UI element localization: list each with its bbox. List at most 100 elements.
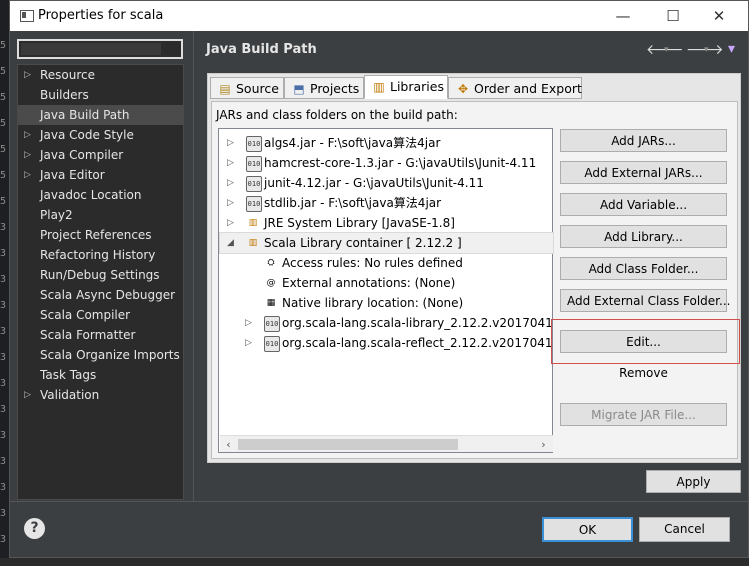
library-entry[interactable]: ▷ 010 junit-4.12.jar - G:\javaUtils\Junit-… — [220, 173, 553, 193]
sidebar-item-label: Run/Debug Settings — [40, 268, 160, 282]
sidebar-item[interactable]: Javadoc Location — [18, 185, 183, 205]
library-entry-label: org.scala-lang.scala-library_2.12.2.v201… — [282, 316, 553, 330]
tab-libraries[interactable]: ▥ Libraries — [364, 75, 448, 99]
sidebar-item-label: Scala Formatter — [40, 328, 136, 342]
tab-projects[interactable]: ⬒ Projects — [284, 77, 364, 99]
filter-input[interactable] — [17, 39, 183, 59]
sidebar-item[interactable]: Task Tags — [18, 365, 183, 385]
sidebar-item-label: Play2 — [40, 208, 73, 222]
scroll-left-icon[interactable]: ‹ — [220, 436, 237, 453]
sidebar-item[interactable]: Scala Formatter — [18, 325, 183, 345]
expand-arrow-icon[interactable]: ▷ — [24, 65, 31, 85]
sidebar-item[interactable]: Scala Organize Imports — [18, 345, 183, 365]
expand-arrow-icon[interactable]: ▷ — [227, 153, 234, 173]
sidebar-item[interactable]: ▷ Resource — [18, 65, 183, 85]
sidebar-item-label: Validation — [40, 388, 100, 402]
library-entry[interactable]: ▷ 010 org.scala-lang.scala-reflect_2.12.2.… — [220, 333, 553, 353]
sidebar-item[interactable]: Run/Debug Settings — [18, 265, 183, 285]
library-entry[interactable]: ▦ Native library location: (None) — [220, 293, 553, 313]
library-entry-label: Access rules: No rules defined — [282, 256, 463, 270]
sidebar-item[interactable]: ▷ Java Editor — [18, 165, 183, 185]
add-class-folder-button[interactable]: Add Class Folder... — [560, 257, 727, 280]
tab-label: Projects — [310, 81, 360, 96]
sidebar-item[interactable]: Project References — [18, 225, 183, 245]
remove-button[interactable]: Remove — [560, 362, 727, 385]
expand-arrow-icon[interactable]: ▷ — [24, 385, 31, 405]
sidebar-item[interactable]: Scala Compiler — [18, 305, 183, 325]
projects-icon: ⬒ — [293, 82, 305, 96]
expand-arrow-icon[interactable]: ▷ — [227, 173, 234, 193]
libraries-tree[interactable]: ▷ 010 algs4.jar - F:\soft\java算法4jar ▷ 010 ha… — [218, 128, 554, 453]
jar-icon: 010 — [264, 316, 280, 332]
expand-arrow-icon[interactable]: ▷ — [24, 145, 31, 165]
tab-source[interactable]: ▤ Source — [210, 77, 284, 99]
library-entry[interactable]: ▷ 010 stdlib.jar - F:\soft\java算法4jar — [220, 193, 553, 213]
sidebar-item[interactable]: Java Build Path — [18, 105, 183, 125]
sidebar-item-label: Scala Organize Imports — [40, 348, 180, 362]
libraries-tab-content: JARs and class folders on the build path… — [211, 101, 738, 459]
jar-icon: 010 — [264, 336, 280, 352]
library-entry[interactable]: @ External annotations: (None) — [220, 273, 553, 293]
expand-arrow-icon[interactable]: ▷ — [245, 313, 252, 333]
library-entry-label: Scala Library container [ 2.12.2 ] — [264, 236, 462, 250]
edit-highlight-box — [551, 319, 740, 364]
library-entry[interactable]: ▷ 010 hamcrest-core-1.3.jar - G:\javaUtils… — [220, 153, 553, 173]
expand-arrow-icon[interactable]: ▷ — [24, 125, 31, 145]
add-external-jars-button[interactable]: Add External JARs... — [560, 161, 727, 184]
migrate-jar-button[interactable]: Migrate JAR File... — [560, 403, 727, 426]
access-rules-icon: ⛭ — [267, 258, 275, 268]
jar-icon: 010 — [246, 156, 262, 172]
forward-history-chevron-icon[interactable]: ▾ — [704, 45, 709, 55]
library-entry[interactable]: ▷ ▥ JRE System Library [JavaSE-1.8] — [220, 213, 553, 233]
back-history-chevron-icon[interactable]: ▾ — [664, 45, 669, 55]
expand-arrow-icon[interactable]: ▷ — [227, 133, 234, 153]
sidebar-item-label: Refactoring History — [40, 248, 156, 262]
add-library-button[interactable]: Add Library... — [560, 225, 727, 248]
close-button[interactable]: ✕ — [706, 5, 732, 27]
library-entry-label: algs4.jar - F:\soft\java算法4jar — [264, 136, 441, 150]
add-external-class-folder-button[interactable]: Add External Class Folder... — [560, 289, 730, 312]
expand-arrow-icon[interactable]: ▷ — [245, 333, 252, 353]
sidebar-item[interactable]: Builders — [18, 85, 183, 105]
expand-arrow-icon[interactable]: ▷ — [227, 193, 234, 213]
expand-arrow-icon[interactable]: ▷ — [227, 213, 234, 233]
native-library-icon: ▦ — [266, 298, 276, 308]
library-entry-label: Native library location: (None) — [282, 296, 464, 310]
sidebar-item[interactable]: Play2 — [18, 205, 183, 225]
library-entry[interactable]: ▷ 010 algs4.jar - F:\soft\java算法4jar — [220, 133, 553, 153]
pane-divider[interactable] — [193, 31, 194, 501]
sidebar-item-label: Java Build Path — [40, 108, 130, 122]
view-menu-icon[interactable]: ▾ — [728, 41, 735, 57]
scroll-thumb[interactable] — [238, 439, 458, 450]
jar-icon: 010 — [246, 176, 262, 192]
maximize-button[interactable]: ☐ — [660, 5, 686, 27]
library-entry-label: External annotations: (None) — [282, 276, 456, 290]
minimize-button[interactable]: — — [610, 5, 636, 27]
sidebar-item[interactable]: ▷ Java Code Style — [18, 125, 183, 145]
tab-order-and-export[interactable]: ✥ Order and Export — [448, 77, 582, 99]
library-icon: ▥ — [248, 218, 258, 228]
help-icon[interactable]: ? — [24, 518, 45, 539]
cancel-button[interactable]: Cancel — [639, 517, 730, 542]
horizontal-scrollbar[interactable]: ‹ › — [220, 435, 553, 452]
add-variable-button[interactable]: Add Variable... — [560, 193, 727, 216]
window-icon — [20, 10, 34, 22]
window-title: Properties for scala — [38, 8, 164, 23]
jar-icon: 010 — [246, 196, 262, 212]
apply-button[interactable]: Apply — [646, 470, 741, 493]
sidebar-item[interactable]: ▷ Java Compiler — [18, 145, 183, 165]
sidebar-item[interactable]: Refactoring History — [18, 245, 183, 265]
sidebar-item[interactable]: ▷ Validation — [18, 385, 183, 405]
scroll-right-icon[interactable]: › — [535, 436, 552, 453]
add-jars-button[interactable]: Add JARs... — [560, 129, 727, 152]
ok-button[interactable]: OK — [542, 517, 633, 542]
collapse-arrow-icon[interactable]: ◢ — [227, 233, 234, 253]
expand-arrow-icon[interactable]: ▷ — [24, 165, 31, 185]
sidebar-item-label: Java Editor — [40, 168, 105, 182]
sidebar-item[interactable]: Scala Async Debugger — [18, 285, 183, 305]
property-page-tree: ▷ Resource Builders Java Build Path ▷ Java Co… — [17, 64, 184, 500]
library-entry[interactable]: ◢ ▥ Scala Library container [ 2.12.2 ] — [219, 232, 554, 254]
library-entry[interactable]: ▷ 010 org.scala-lang.scala-library_2.12.2.… — [220, 313, 553, 333]
tab-label: Source — [236, 81, 279, 96]
library-entry[interactable]: ⛭ Access rules: No rules defined — [220, 253, 553, 273]
